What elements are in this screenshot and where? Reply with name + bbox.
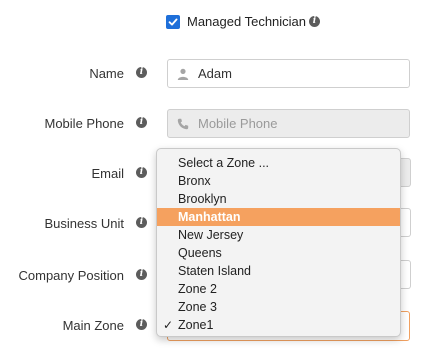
managed-technician-row: Managed Technician i: [166, 14, 321, 29]
info-icon[interactable]: i: [136, 269, 147, 280]
zone-dropdown-menu: Select a Zone ... Bronx Brooklyn Manhatt…: [156, 148, 401, 337]
info-icon[interactable]: i: [136, 67, 147, 78]
managed-technician-label: Managed Technician: [187, 14, 307, 29]
zone-option-queens[interactable]: Queens: [157, 244, 400, 262]
phone-icon: [168, 118, 198, 130]
checkmark-icon: [168, 18, 178, 25]
zone-option-staten-island[interactable]: Staten Island: [157, 262, 400, 280]
mobile-phone-label: Mobile Phone: [44, 116, 125, 131]
zone-option-bronx[interactable]: Bronx: [157, 172, 400, 190]
info-icon[interactable]: i: [309, 16, 321, 27]
zone-option-new-jersey[interactable]: New Jersey: [157, 226, 400, 244]
mobile-phone-field[interactable]: Mobile Phone: [167, 109, 410, 138]
info-icon[interactable]: i: [136, 217, 147, 228]
zone-option-manhattan[interactable]: Manhattan: [157, 208, 400, 226]
zone-option-zone-2[interactable]: Zone 2: [157, 280, 400, 298]
mobile-phone-placeholder: Mobile Phone: [198, 116, 278, 131]
company-position-label: Company Position: [18, 268, 125, 283]
person-icon: [168, 68, 198, 80]
name-value: Adam: [198, 66, 232, 81]
name-field[interactable]: Adam: [167, 59, 410, 88]
info-icon[interactable]: i: [136, 319, 147, 330]
zone-option-zone-3[interactable]: Zone 3: [157, 298, 400, 316]
zone-option-zone1-label: Zone1: [178, 318, 214, 332]
zone-option-placeholder[interactable]: Select a Zone ...: [157, 154, 400, 172]
managed-technician-checkbox[interactable]: [166, 14, 180, 29]
technician-form: Managed Technician i Name i Adam Mobile …: [0, 0, 443, 350]
email-label: Email: [91, 166, 124, 181]
info-icon[interactable]: i: [136, 117, 147, 128]
check-icon: ✓: [163, 318, 174, 332]
business-unit-label: Business Unit: [44, 216, 124, 231]
zone-option-zone1[interactable]: ✓ Zone1: [157, 316, 400, 334]
info-icon[interactable]: i: [136, 167, 147, 178]
name-label: Name: [89, 66, 124, 81]
zone-option-brooklyn[interactable]: Brooklyn: [157, 190, 400, 208]
main-zone-label: Main Zone: [62, 318, 124, 333]
